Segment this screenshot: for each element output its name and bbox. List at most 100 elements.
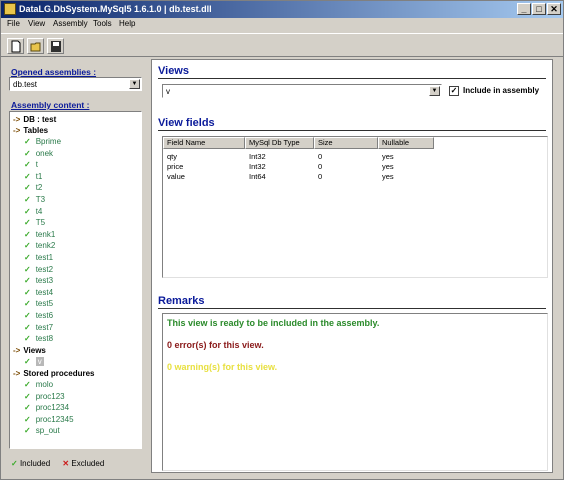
table-cell: price (167, 162, 184, 171)
tree-item-table[interactable]: ✓ test8 (24, 333, 53, 344)
left-pane: Opened assemblies : db.test ▼ Assembly c… (3, 59, 148, 479)
tree-item-label: Bprime (35, 137, 62, 146)
tree-item-procedure[interactable]: ✓ proc1234 (24, 402, 69, 413)
tree-node-views[interactable]: -> Views (13, 345, 46, 356)
opened-assemblies-select[interactable]: db.test ▼ (9, 77, 142, 91)
new-file-icon (11, 40, 21, 53)
open-button[interactable] (27, 38, 44, 54)
tree-item-table[interactable]: ✓ onek (24, 148, 53, 159)
tree-item-procedure[interactable]: ✓ sp_out (24, 425, 60, 436)
tree-node-label: DB : test (23, 115, 57, 124)
remark-warnings: 0 warning(s) for this view. (167, 362, 278, 372)
tree-item-label: t4 (35, 206, 43, 216)
table-cell: yes (382, 162, 394, 171)
tree-item-label: v (35, 357, 44, 366)
included-check-icon: ✓ (24, 334, 31, 344)
views-divider (158, 78, 546, 79)
tree-item-table[interactable]: ✓ t2 (24, 182, 42, 193)
included-check-icon: ✓ (24, 322, 31, 332)
tree-item-table[interactable]: ✓ t (24, 159, 38, 170)
tree-node-db[interactable]: -> DB : test (13, 114, 56, 125)
menu-view[interactable]: View (28, 19, 45, 28)
tree-item-table[interactable]: ✓ test7 (24, 322, 53, 333)
tree-item-table[interactable]: ✓ test2 (24, 264, 53, 275)
tree-item-table[interactable]: ✓ T5 (24, 217, 45, 228)
tree-node-label: Views (23, 346, 46, 355)
tree-item-table[interactable]: ✓ T3 (24, 194, 45, 205)
menu-assembly[interactable]: Assembly (53, 19, 88, 28)
tree-item-label: T5 (35, 218, 46, 228)
new-file-button[interactable] (7, 38, 24, 54)
tree-item-table[interactable]: ✓ test1 (24, 252, 53, 263)
tree-item-label: sp_out (35, 426, 60, 436)
tree-item-table[interactable]: ✓ test3 (24, 275, 53, 286)
assembly-tree[interactable]: -> DB : test -> Tables ✓ Bprime ✓ onek ✓ t ✓ t1 ✓ t… (9, 111, 142, 449)
open-folder-icon (30, 42, 41, 52)
excluded-x-icon: ✕ (62, 459, 70, 468)
included-check-icon: ✓ (24, 287, 31, 297)
tree-item-procedure[interactable]: ✓ molo (24, 379, 53, 390)
tree-node-tables[interactable]: -> Tables (13, 125, 48, 136)
tree-item-table[interactable]: ✓ tenk1 (24, 229, 55, 240)
column-nullable[interactable]: Nullable (378, 137, 434, 149)
tree-item-label: test2 (35, 264, 54, 274)
included-check-icon: ✓ (24, 183, 31, 193)
chevron-down-icon[interactable]: ▼ (429, 86, 440, 96)
include-in-assembly-checkbox[interactable]: ✓ (449, 86, 459, 96)
included-check-icon: ✓ (24, 311, 31, 320)
tree-item-table[interactable]: ✓ t4 (24, 206, 42, 217)
assembly-content-label: Assembly content : (11, 100, 90, 110)
minimize-button[interactable]: _ (517, 3, 531, 15)
included-check-icon: ✓ (24, 160, 31, 170)
tree-item-view[interactable]: ✓ v (24, 356, 44, 367)
tree-item-procedure[interactable]: ✓ proc12345 (24, 414, 74, 425)
include-in-assembly-label: Include in assembly (463, 86, 540, 95)
included-check-icon: ✓ (24, 391, 31, 401)
included-check-icon: ✓ (24, 195, 31, 204)
tree-item-table[interactable]: ✓ t1 (24, 171, 42, 182)
save-button[interactable] (47, 38, 64, 54)
expand-arrow-icon: -> (13, 115, 21, 124)
menu-file[interactable]: File (7, 19, 20, 28)
legend-excluded-label: Excluded (71, 459, 105, 468)
menu-help[interactable]: Help (119, 19, 135, 28)
chevron-down-icon[interactable]: ▼ (129, 79, 140, 89)
tree-item-label: proc12345 (35, 414, 74, 424)
view-select[interactable]: v ▼ (162, 84, 442, 98)
tree-item-table[interactable]: ✓ test4 (24, 287, 53, 298)
menu-tools[interactable]: Tools (93, 19, 112, 28)
legend-included-label: Included (19, 459, 51, 468)
tree-item-label: test6 (35, 311, 54, 320)
tree-item-label: test1 (35, 253, 54, 262)
table-cell: value (167, 172, 185, 181)
remarks-panel: This view is ready to be included in the… (162, 313, 548, 471)
tree-item-label: tenk2 (35, 241, 56, 251)
column-db-type[interactable]: MySql Db Type (245, 137, 314, 149)
view-select-value: v (166, 87, 170, 96)
column-field-name[interactable]: Field Name (163, 137, 245, 149)
column-size[interactable]: Size (314, 137, 378, 149)
tree-item-table[interactable]: ✓ test5 (24, 298, 53, 309)
tree-item-label: tenk1 (35, 229, 56, 239)
maximize-button[interactable]: □ (532, 3, 546, 15)
included-check-icon: ✓ (24, 206, 31, 216)
tree-item-table[interactable]: ✓ Bprime (24, 136, 61, 147)
tree-item-table[interactable]: ✓ test6 (24, 310, 53, 321)
tree-node-label: Stored procedures (23, 369, 95, 378)
included-check-icon: ✓ (24, 137, 31, 146)
tree-item-table[interactable]: ✓ tenk2 (24, 240, 55, 251)
remarks-heading: Remarks (158, 295, 205, 307)
view-fields-grid[interactable]: Field Name MySql Db Type Size Nullable q… (162, 136, 548, 278)
tree-item-label: onek (35, 148, 54, 158)
close-button[interactable]: ✕ (547, 3, 561, 15)
tree-node-procs[interactable]: -> Stored procedures (13, 368, 94, 379)
remark-errors: 0 error(s) for this view. (167, 340, 264, 350)
included-check-icon: ✓ (24, 229, 31, 239)
included-check-icon: ✓ (24, 241, 31, 251)
right-pane: Views v ▼ ✓ Include in assembly View fie… (151, 59, 553, 473)
tree-item-label: t2 (35, 183, 43, 193)
remark-ready: This view is ready to be included in the… (167, 318, 380, 328)
title-bar[interactable]: DataLG.DbSystem.MySql5 1.6.1.0 | db.test… (1, 1, 563, 18)
tree-item-label: test3 (35, 276, 54, 286)
tree-item-procedure[interactable]: ✓ proc123 (24, 391, 65, 402)
